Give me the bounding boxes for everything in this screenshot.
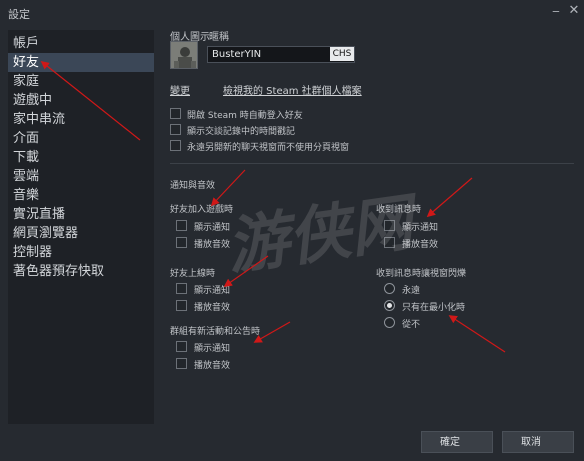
flash-window-title: 收到訊息時讓視窗閃爍 [376, 269, 467, 279]
group-event-play-sound-label: 播放音效 [194, 361, 231, 371]
sidebar-item-interface[interactable]: 介面 [8, 129, 154, 148]
avatar[interactable] [170, 41, 198, 69]
avatar-image [171, 42, 197, 68]
friend-joins-game-title: 好友加入遊戲時 [170, 205, 234, 215]
friend-online-show-notification-checkbox[interactable] [176, 283, 187, 294]
sidebar-item-music[interactable]: 音樂 [8, 186, 154, 205]
sidebar-item-cloud[interactable]: 雲端 [8, 167, 154, 186]
sidebar-item-friends[interactable]: 好友 [8, 53, 154, 72]
message-show-notification-checkbox[interactable] [384, 220, 395, 231]
window-title: 設定 [8, 8, 30, 21]
view-profile-link[interactable]: 檢視我的 Steam 社群個人檔案 [223, 82, 362, 97]
sidebar-item-controller[interactable]: 控制器 [8, 243, 154, 262]
group-event-show-notification-label: 顯示通知 [194, 344, 231, 354]
section-divider [170, 163, 574, 164]
sidebar-item-downloads[interactable]: 下載 [8, 148, 154, 167]
friend-online-play-sound-checkbox[interactable] [176, 300, 187, 311]
close-button[interactable]: ✕ [566, 3, 582, 19]
nickname-label: 暱稱 [209, 32, 229, 43]
separate-chat-window-label: 永遠另開新的聊天視窗而不使用分頁視窗 [187, 143, 350, 153]
group-event-show-notification-checkbox[interactable] [176, 341, 187, 352]
friend-joins-show-notification-checkbox[interactable] [176, 220, 187, 231]
separate-chat-window-checkbox[interactable] [170, 140, 181, 151]
group-event-play-sound-checkbox[interactable] [176, 358, 187, 369]
flash-always-radio[interactable] [384, 283, 395, 294]
ime-indicator: CHS [330, 47, 354, 61]
friend-online-play-sound-label: 播放音效 [194, 303, 231, 313]
sidebar-item-web-browser[interactable]: 網頁瀏覽器 [8, 224, 154, 243]
friend-joins-show-notification-label: 顯示通知 [194, 223, 231, 233]
ok-button[interactable]: 確定 [421, 431, 493, 453]
flash-never-label: 從不 [402, 320, 421, 330]
auto-sign-in-checkbox[interactable] [170, 108, 181, 119]
sidebar-item-account[interactable]: 帳戶 [8, 34, 154, 53]
friend-online-show-notification-label: 顯示通知 [194, 286, 231, 296]
friend-online-title: 好友上線時 [170, 269, 216, 279]
timestamps-checkbox[interactable] [170, 124, 181, 135]
message-play-sound-label: 播放音效 [402, 240, 439, 250]
sidebar-item-in-home-streaming[interactable]: 家中串流 [8, 110, 154, 129]
auto-sign-in-label: 開啟 Steam 時自動登入好友 [187, 111, 303, 121]
cancel-button[interactable]: 取消 [502, 431, 574, 453]
minimize-button[interactable]: ‒ [548, 3, 564, 19]
settings-window: 設定 ‒ ✕ 帳戶 好友 家庭 遊戲中 家中串流 介面 下載 雲端 音樂 實況直… [0, 0, 584, 461]
message-received-title: 收到訊息時 [376, 205, 422, 215]
message-show-notification-label: 顯示通知 [402, 223, 439, 233]
sidebar-item-shader-cache[interactable]: 著色器預存快取 [8, 262, 154, 281]
flash-never-radio[interactable] [384, 317, 395, 328]
group-event-title: 群組有新活動和公告時 [170, 327, 261, 337]
friend-joins-play-sound-label: 播放音效 [194, 240, 231, 250]
notifications-section-title: 通知與音效 [170, 181, 216, 191]
flash-always-label: 永遠 [402, 286, 421, 296]
sidebar-item-broadcasting[interactable]: 實況直播 [8, 205, 154, 224]
friend-joins-play-sound-checkbox[interactable] [176, 237, 187, 248]
settings-sidebar: 帳戶 好友 家庭 遊戲中 家中串流 介面 下載 雲端 音樂 實況直播 網頁瀏覽器… [8, 30, 154, 424]
flash-minimized-radio[interactable] [384, 300, 395, 311]
sidebar-item-family[interactable]: 家庭 [8, 72, 154, 91]
friends-settings-panel: 個人圖示 暱稱 BusterYIN CHS 變更 檢視我的 Steam 社群個人… [162, 26, 576, 426]
flash-minimized-label: 只有在最小化時 [402, 303, 466, 313]
sidebar-item-in-game[interactable]: 遊戲中 [8, 91, 154, 110]
message-play-sound-checkbox[interactable] [384, 237, 395, 248]
change-avatar-link[interactable]: 變更 [170, 82, 190, 97]
timestamps-label: 顯示交談記錄中的時間戳記 [187, 127, 296, 137]
title-bar[interactable]: 設定 ‒ ✕ [0, 0, 584, 26]
